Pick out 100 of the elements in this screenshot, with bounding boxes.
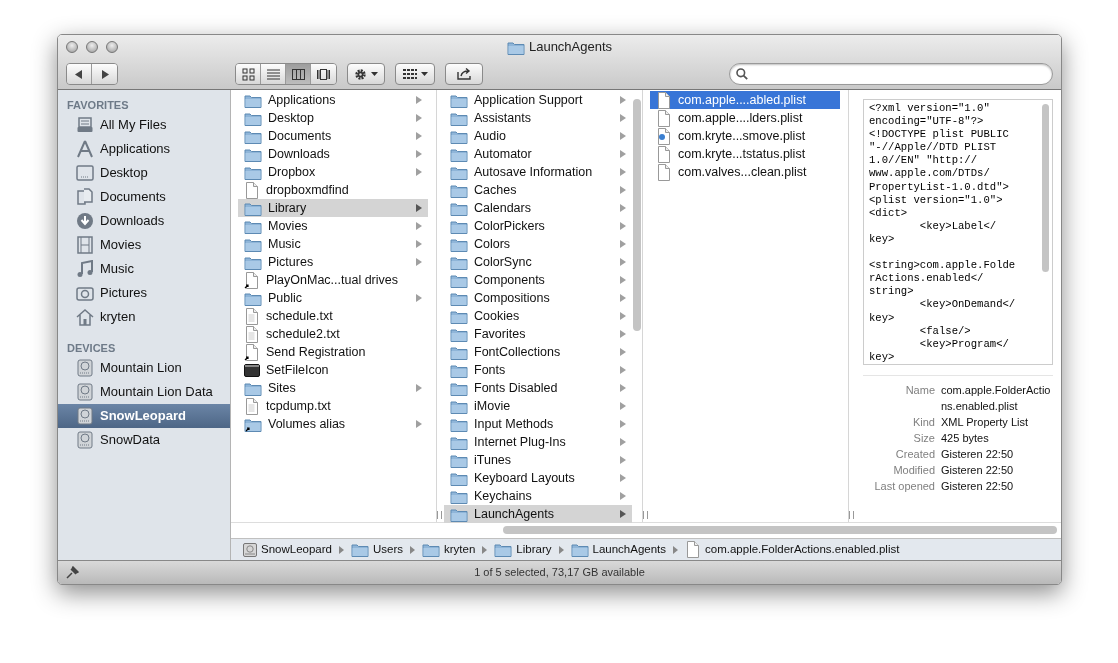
- file-row[interactable]: Calendars: [444, 199, 632, 217]
- file-row[interactable]: Cookies: [444, 307, 632, 325]
- scrollbar-thumb[interactable]: [1042, 104, 1049, 272]
- folder-icon: [244, 128, 262, 144]
- sidebar-item[interactable]: All My Files: [58, 113, 230, 137]
- file-row[interactable]: Volumes alias: [238, 415, 428, 433]
- icons-view-button[interactable]: [236, 64, 261, 84]
- search-field[interactable]: [729, 63, 1053, 85]
- file-row[interactable]: ColorSync: [444, 253, 632, 271]
- file-row[interactable]: Public: [238, 289, 428, 307]
- scrollbar-thumb[interactable]: [633, 99, 641, 331]
- file-row[interactable]: PlayOnMac...tual drives: [238, 271, 428, 289]
- file-row[interactable]: schedule2.txt: [238, 325, 428, 343]
- disclosure-icon: [620, 294, 626, 302]
- file-row[interactable]: Components: [444, 271, 632, 289]
- file-row[interactable]: Autosave Information: [444, 163, 632, 181]
- sidebar-item[interactable]: Mountain Lion Data: [58, 380, 230, 404]
- file-row[interactable]: Colors: [444, 235, 632, 253]
- path-item[interactable]: SnowLeopard: [243, 540, 332, 559]
- file-row[interactable]: com.valves...clean.plist: [650, 163, 840, 181]
- folder-icon: [450, 470, 468, 486]
- folder-icon: [244, 146, 262, 162]
- file-row[interactable]: Pictures: [238, 253, 428, 271]
- sidebar-item[interactable]: Documents: [58, 185, 230, 209]
- file-row[interactable]: Send Registration: [238, 343, 428, 361]
- column-resize-handle-icon[interactable]: [849, 511, 854, 519]
- file-row[interactable]: Compositions: [444, 289, 632, 307]
- document-icon: [656, 91, 672, 109]
- file-row[interactable]: iMovie: [444, 397, 632, 415]
- zoom-button[interactable]: [106, 41, 118, 53]
- file-row[interactable]: schedule.txt: [238, 307, 428, 325]
- column-resize-handle-icon[interactable]: [643, 511, 648, 519]
- file-row[interactable]: tcpdump.txt: [238, 397, 428, 415]
- disclosure-icon: [620, 366, 626, 374]
- file-row[interactable]: Automator: [444, 145, 632, 163]
- file-row[interactable]: Favorites: [444, 325, 632, 343]
- path-item[interactable]: Users: [351, 540, 403, 559]
- sidebar-item[interactable]: kryten: [58, 305, 230, 329]
- columns-view-button[interactable]: [286, 64, 311, 84]
- file-row[interactable]: SetFileIcon: [238, 361, 428, 379]
- path-item[interactable]: Library: [494, 540, 552, 559]
- navigation-control[interactable]: [66, 63, 118, 85]
- path-separator-icon: [673, 545, 679, 554]
- file-row[interactable]: Library: [238, 199, 428, 217]
- disclosure-icon: [416, 384, 422, 392]
- file-row[interactable]: Music: [238, 235, 428, 253]
- file-row[interactable]: ColorPickers: [444, 217, 632, 235]
- path-item[interactable]: kryten: [422, 540, 476, 559]
- disclosure-icon: [620, 96, 626, 104]
- sidebar-item[interactable]: Desktop: [58, 161, 230, 185]
- close-button[interactable]: [66, 41, 78, 53]
- sidebar-item[interactable]: SnowData: [58, 428, 230, 452]
- file-row[interactable]: dropboxmdfind: [238, 181, 428, 199]
- file-row[interactable]: Dropbox: [238, 163, 428, 181]
- view-mode-control[interactable]: [235, 63, 337, 85]
- camera-icon: [76, 284, 94, 302]
- file-row[interactable]: com.apple....lders.plist: [650, 109, 840, 127]
- file-row[interactable]: Documents: [238, 127, 428, 145]
- caret-icon: [420, 72, 428, 76]
- sidebar-item[interactable]: SnowLeopard: [58, 404, 230, 428]
- arrange-menu-button[interactable]: [395, 63, 435, 85]
- sidebar-item[interactable]: Music: [58, 257, 230, 281]
- file-row[interactable]: iTunes: [444, 451, 632, 469]
- file-row[interactable]: Caches: [444, 181, 632, 199]
- path-item[interactable]: LaunchAgents: [570, 540, 667, 559]
- sidebar-item[interactable]: Movies: [58, 233, 230, 257]
- caret-icon: [371, 72, 378, 76]
- scrollbar-thumb[interactable]: [503, 526, 1057, 534]
- file-row[interactable]: Input Methods: [444, 415, 632, 433]
- file-row[interactable]: Assistants: [444, 109, 632, 127]
- action-menu-button[interactable]: [347, 63, 385, 85]
- file-row[interactable]: com.kryte...smove.plist: [650, 127, 840, 145]
- sidebar-item[interactable]: Downloads: [58, 209, 230, 233]
- coverflow-view-button[interactable]: [311, 64, 336, 84]
- file-row[interactable]: FontCollections: [444, 343, 632, 361]
- share-button[interactable]: [445, 63, 483, 85]
- folder-icon: [450, 452, 468, 468]
- file-row[interactable]: com.apple....abled.plist: [650, 91, 840, 109]
- file-row[interactable]: Fonts: [444, 361, 632, 379]
- file-row[interactable]: Sites: [238, 379, 428, 397]
- forward-button[interactable]: [92, 64, 117, 84]
- path-item[interactable]: com.apple.FolderActions.enabled.plist: [685, 540, 900, 559]
- file-row[interactable]: Movies: [238, 217, 428, 235]
- sidebar-item[interactable]: Applications: [58, 137, 230, 161]
- column-resize-handle-icon[interactable]: [437, 511, 442, 519]
- file-row[interactable]: com.kryte...tstatus.plist: [650, 145, 840, 163]
- back-button[interactable]: [67, 64, 92, 84]
- file-row[interactable]: Keyboard Layouts: [444, 469, 632, 487]
- file-row[interactable]: Fonts Disabled: [444, 379, 632, 397]
- file-row[interactable]: Downloads: [238, 145, 428, 163]
- file-row[interactable]: Audio: [444, 127, 632, 145]
- file-row[interactable]: Desktop: [238, 109, 428, 127]
- file-row[interactable]: Internet Plug-Ins: [444, 433, 632, 451]
- file-row[interactable]: Applications: [238, 91, 428, 109]
- sidebar-item[interactable]: Pictures: [58, 281, 230, 305]
- file-row[interactable]: LaunchAgents: [444, 505, 632, 523]
- sidebar-item[interactable]: Mountain Lion: [58, 356, 230, 380]
- list-view-button[interactable]: [261, 64, 286, 84]
- minimize-button[interactable]: [86, 41, 98, 53]
- file-row[interactable]: Application Support: [444, 91, 632, 109]
